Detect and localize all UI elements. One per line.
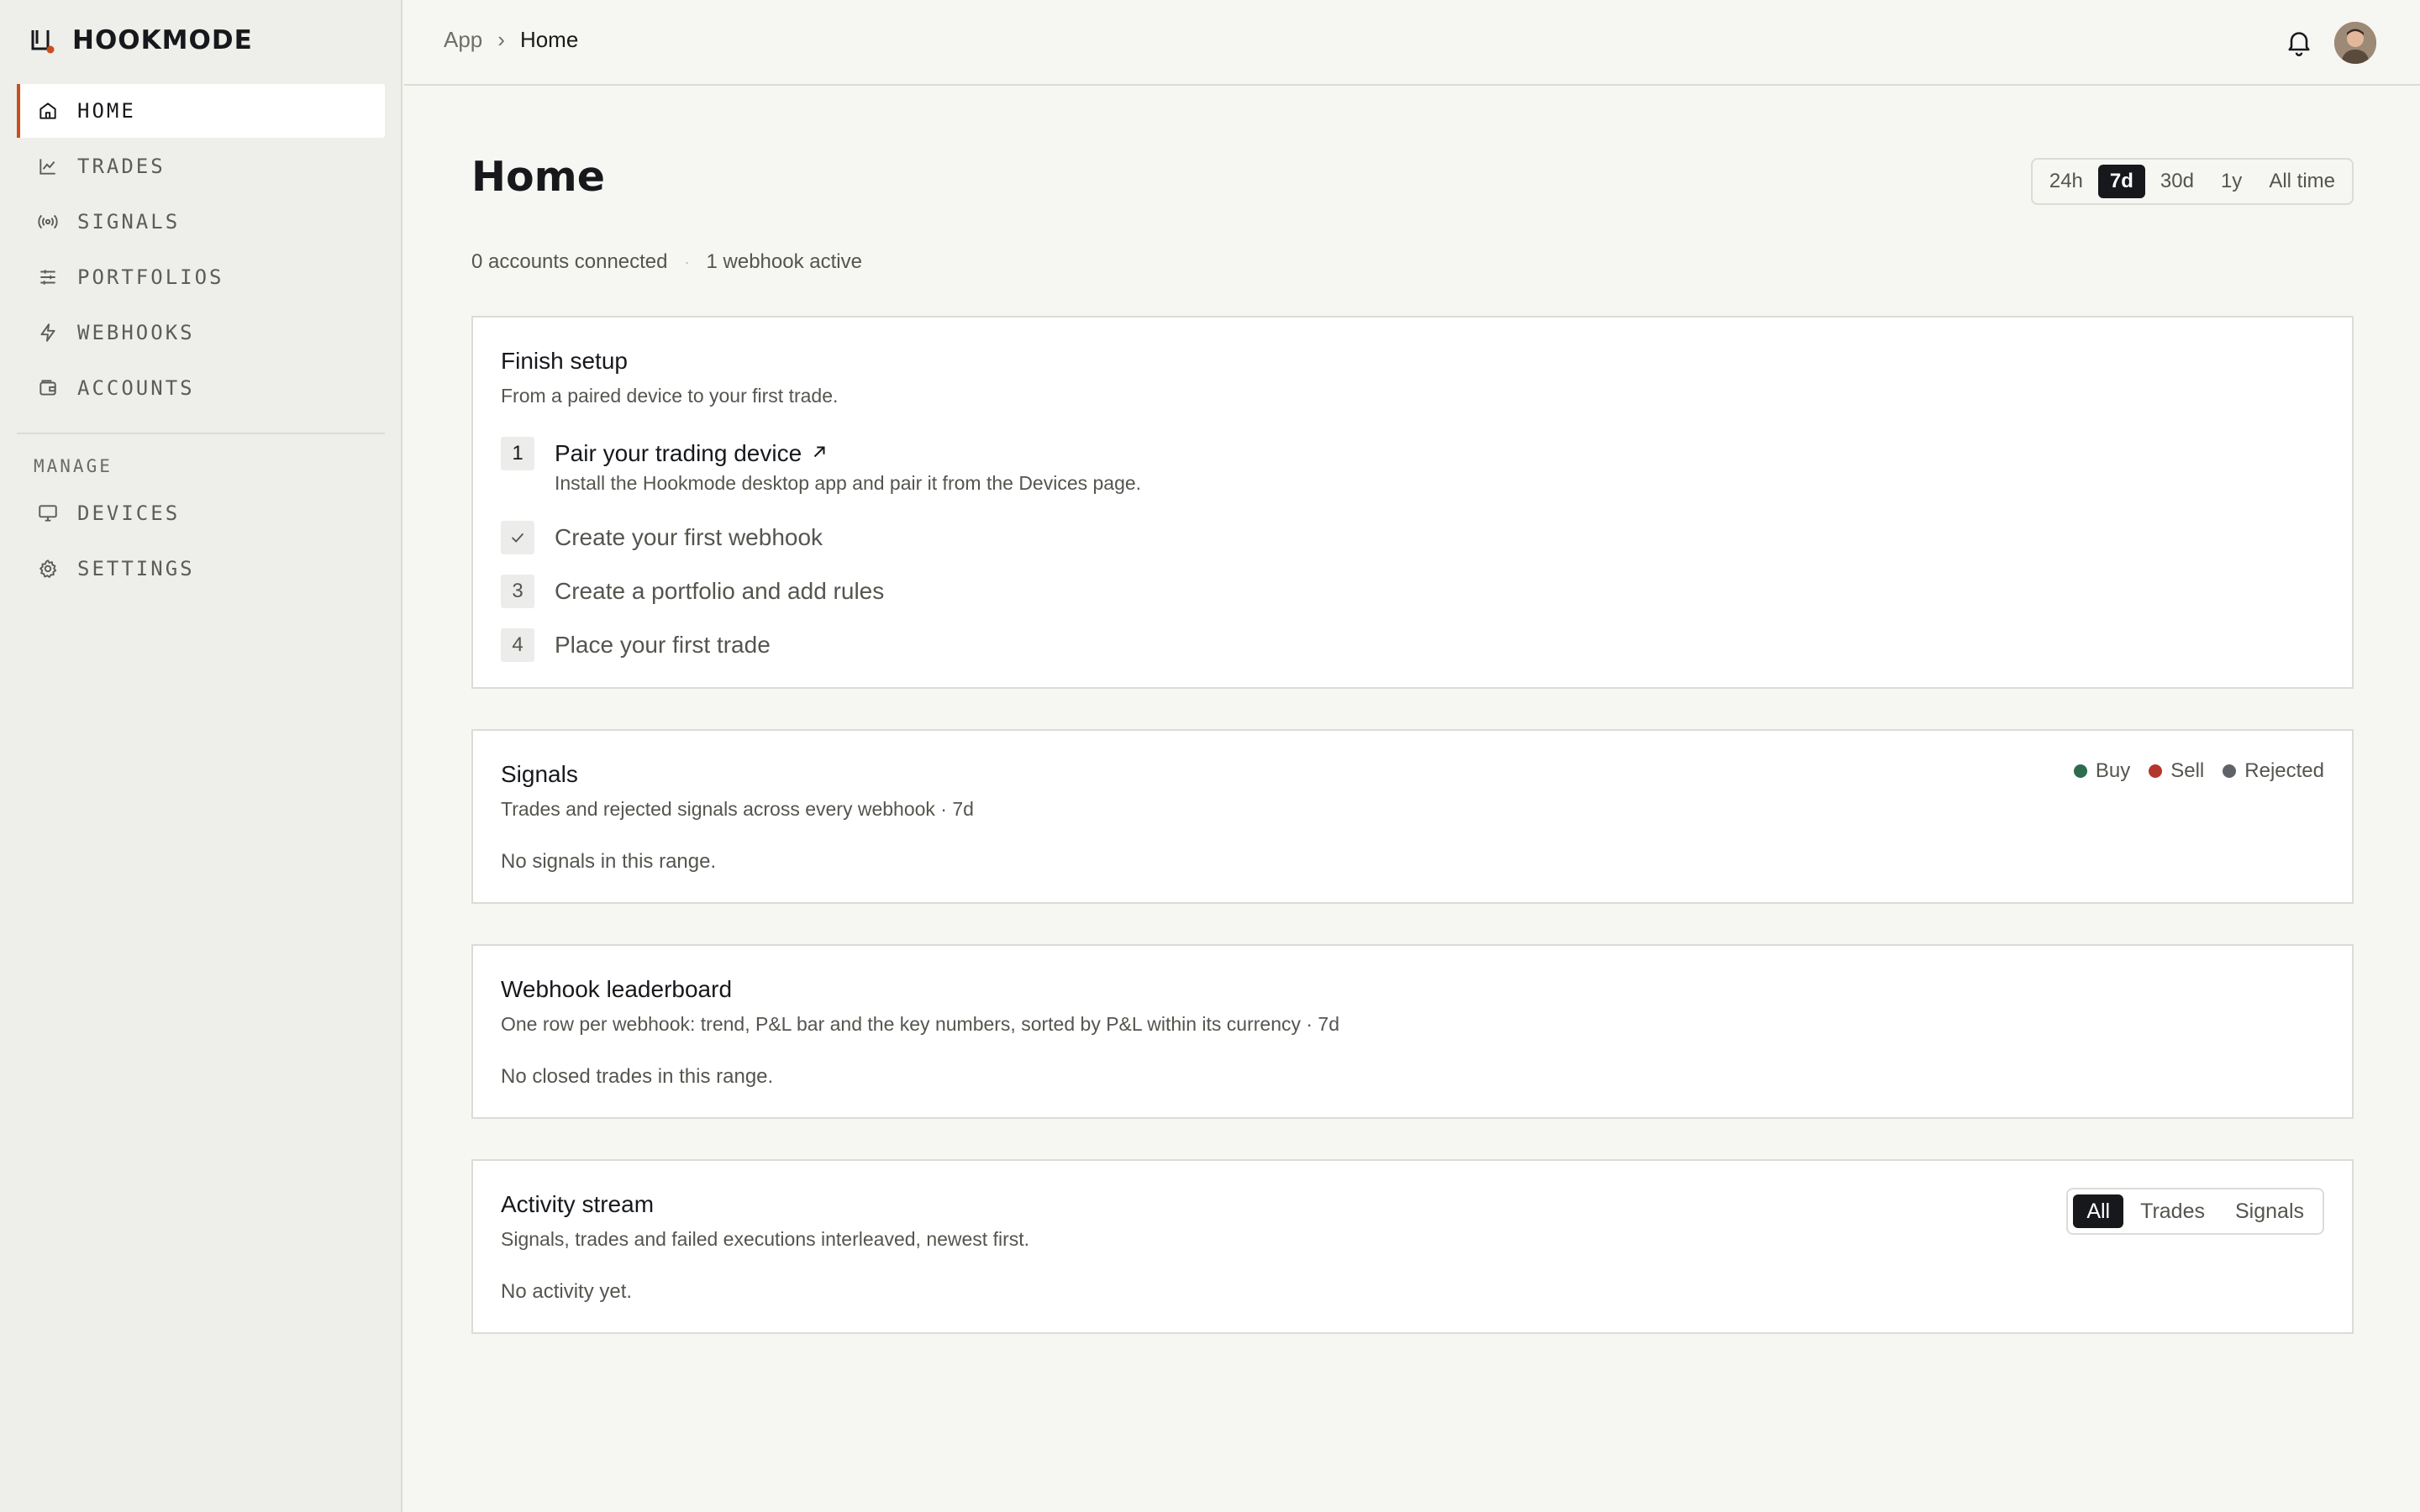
activity-stream-card: Activity stream Signals, trades and fail…	[471, 1159, 2354, 1334]
webhooks-active-text: 1 webhook active	[706, 250, 862, 273]
sidebar-item-trades[interactable]: TRADES	[17, 139, 385, 193]
status-summary: 0 accounts connected · 1 webhook active	[471, 250, 862, 274]
sidebar-item-accounts[interactable]: ACCOUNTS	[17, 361, 385, 415]
sidebar-item-label: DEVICES	[77, 501, 181, 525]
wallet-icon	[37, 377, 59, 399]
step-label: Create a portfolio and add rules	[555, 578, 885, 604]
range-tab-7d[interactable]: 7d	[2097, 165, 2145, 198]
sidebar: HOOKMODE HOME TRADES SIGNALS PORTFOLIOS	[0, 0, 402, 1512]
bell-icon[interactable]	[2284, 27, 2314, 57]
setup-step-2: Create your first webhook	[501, 521, 823, 554]
sidebar-item-label: PORTFOLIOS	[77, 265, 224, 289]
time-range-selector: 24h 7d 30d 1y All time	[2030, 158, 2354, 205]
sidebar-item-settings[interactable]: SETTINGS	[17, 542, 385, 596]
step-description: Install the Hookmode desktop app and pai…	[555, 472, 1142, 494]
breadcrumb-current: Home	[519, 27, 579, 52]
step-number-badge: 1	[501, 437, 534, 470]
brand[interactable]: HOOKMODE	[30, 24, 253, 57]
setup-step-4: 4 Place your first trade	[501, 628, 771, 662]
card-subtitle: One row per webhook: trend, P&L bar and …	[501, 1013, 1340, 1035]
filter-tab-trades[interactable]: Trades	[2127, 1194, 2218, 1228]
legend-dot	[2149, 764, 2163, 778]
card-title: Webhook leaderboard	[501, 976, 733, 1002]
setup-step-1: 1 Pair your trading device Install the H…	[501, 437, 1141, 495]
sidebar-item-label: TRADES	[77, 155, 166, 178]
legend-item-rejected: Rejected	[2223, 759, 2324, 783]
avatar[interactable]	[2334, 22, 2376, 64]
card-subtitle: From a paired device to your first trade…	[501, 385, 839, 407]
page-title: Home	[471, 153, 605, 201]
sidebar-item-portfolios[interactable]: PORTFOLIOS	[17, 250, 385, 304]
signals-legend: Buy Sell Rejected	[2073, 759, 2324, 783]
filter-tab-all[interactable]: All	[2073, 1194, 2124, 1228]
empty-state: No activity yet.	[501, 1280, 633, 1303]
sidebar-item-webhooks[interactable]: WEBHOOKS	[17, 306, 385, 360]
legend-label: Rejected	[2244, 759, 2324, 782]
step-label: Pair your trading device	[555, 440, 802, 466]
legend-item-sell: Sell	[2149, 759, 2204, 783]
card-subtitle: Trades and rejected signals across every…	[501, 798, 974, 820]
webhook-leaderboard-card: Webhook leaderboard One row per webhook:…	[471, 944, 2354, 1119]
bolt-icon	[37, 322, 59, 344]
filter-tab-signals[interactable]: Signals	[2222, 1194, 2317, 1228]
brand-name: HOOKMODE	[72, 25, 253, 55]
sidebar-nav: HOME TRADES SIGNALS PORTFOLIOS WEBHOOKS	[17, 84, 385, 417]
step-label: Create your first webhook	[555, 524, 823, 550]
hook-logo-icon	[30, 27, 55, 54]
check-icon	[501, 521, 534, 554]
signals-card: Signals Trades and rejected signals acro…	[471, 729, 2354, 904]
legend-label: Sell	[2170, 759, 2205, 782]
sidebar-item-label: WEBHOOKS	[77, 321, 195, 344]
gear-icon	[37, 558, 59, 580]
sidebar-item-home[interactable]: HOME	[17, 84, 385, 138]
empty-state: No closed trades in this range.	[501, 1065, 774, 1088]
step-label: Place your first trade	[555, 632, 771, 658]
setup-step-3: 3 Create a portfolio and add rules	[501, 575, 884, 608]
sidebar-item-label: SIGNALS	[77, 210, 181, 234]
step-number-badge: 3	[501, 575, 534, 608]
range-tab-24h[interactable]: 24h	[2038, 165, 2095, 198]
sidebar-item-devices[interactable]: DEVICES	[17, 486, 385, 540]
monitor-icon	[37, 502, 59, 524]
pair-device-link[interactable]: Pair your trading device	[555, 437, 1141, 470]
legend-label: Buy	[2095, 759, 2131, 782]
sidebar-item-label: ACCOUNTS	[77, 376, 195, 400]
topbar: App › Home	[404, 0, 2420, 86]
sidebar-item-signals[interactable]: SIGNALS	[17, 195, 385, 249]
sidebar-divider	[17, 433, 385, 434]
legend-item-buy: Buy	[2073, 759, 2131, 783]
card-title: Signals	[501, 761, 578, 787]
card-subtitle: Signals, trades and failed executions in…	[501, 1228, 1030, 1250]
sidebar-item-label: SETTINGS	[77, 557, 195, 580]
broadcast-icon	[37, 211, 59, 233]
legend-dot	[2223, 764, 2237, 778]
activity-filter-tabs: All Trades Signals	[2066, 1188, 2324, 1235]
line-chart-icon	[37, 155, 59, 177]
card-title: Finish setup	[501, 348, 628, 374]
sliders-icon	[37, 266, 59, 288]
range-tab-all-time[interactable]: All time	[2257, 165, 2347, 198]
breadcrumb: App › Home	[444, 27, 578, 53]
arrow-up-right-icon	[810, 443, 829, 465]
range-tab-30d[interactable]: 30d	[2149, 165, 2206, 198]
sidebar-section-label: MANAGE	[34, 456, 113, 476]
sidebar-manage-nav: DEVICES SETTINGS	[17, 486, 385, 597]
step-number-badge: 4	[501, 628, 534, 662]
home-icon	[37, 100, 59, 122]
accounts-connected-text: 0 accounts connected	[471, 250, 668, 273]
separator-dot: ·	[684, 253, 690, 270]
finish-setup-card: Finish setup From a paired device to you…	[471, 316, 2354, 689]
empty-state: No signals in this range.	[501, 850, 717, 873]
legend-dot	[2073, 764, 2087, 778]
chevron-right-icon: ›	[497, 27, 505, 52]
range-tab-1y[interactable]: 1y	[2209, 165, 2254, 198]
sidebar-item-label: HOME	[77, 99, 136, 123]
breadcrumb-app-link[interactable]: App	[444, 27, 482, 53]
card-title: Activity stream	[501, 1191, 655, 1217]
